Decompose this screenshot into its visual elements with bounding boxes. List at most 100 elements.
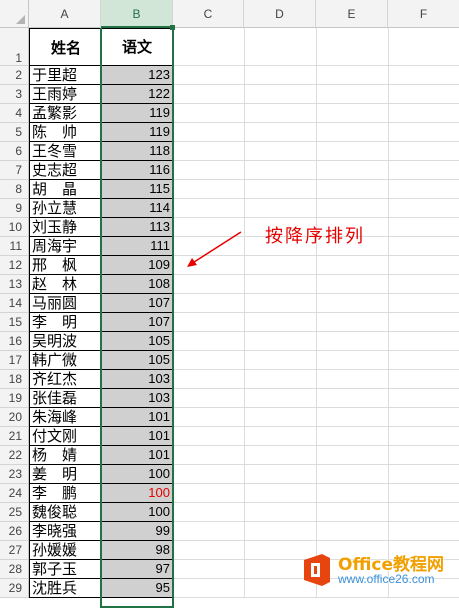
name-cell[interactable]: 孙立慧 bbox=[29, 199, 101, 218]
header-cell-score[interactable]: 语文 bbox=[101, 28, 173, 66]
score-cell[interactable]: 95 bbox=[101, 579, 173, 598]
fill-handle[interactable] bbox=[170, 25, 175, 30]
score-cell[interactable]: 107 bbox=[101, 313, 173, 332]
score-cell[interactable]: 105 bbox=[101, 351, 173, 370]
row-header[interactable]: 19 bbox=[0, 389, 29, 408]
name-cell[interactable]: 刘玉静 bbox=[29, 218, 101, 237]
name-cell[interactable]: 杨 婧 bbox=[29, 446, 101, 465]
score-cell[interactable]: 122 bbox=[101, 85, 173, 104]
row-header[interactable]: 5 bbox=[0, 123, 29, 142]
name-cell[interactable]: 邢 枫 bbox=[29, 256, 101, 275]
name-cell[interactable]: 齐红杰 bbox=[29, 370, 101, 389]
row-header[interactable]: 10 bbox=[0, 218, 29, 237]
column-header-f[interactable]: F bbox=[388, 0, 459, 28]
score-cell[interactable]: 100 bbox=[101, 465, 173, 484]
row-header[interactable]: 21 bbox=[0, 427, 29, 446]
name-cell[interactable]: 朱海峰 bbox=[29, 408, 101, 427]
score-cell[interactable]: 100 bbox=[101, 484, 173, 503]
name-cell[interactable]: 郭子玉 bbox=[29, 560, 101, 579]
score-cell[interactable]: 99 bbox=[101, 522, 173, 541]
score-cell[interactable]: 98 bbox=[101, 541, 173, 560]
row-header[interactable]: 28 bbox=[0, 560, 29, 579]
row-header[interactable]: 23 bbox=[0, 465, 29, 484]
row-header[interactable]: 2 bbox=[0, 66, 29, 85]
name-cell[interactable]: 姜 明 bbox=[29, 465, 101, 484]
score-cell[interactable]: 115 bbox=[101, 180, 173, 199]
name-cell[interactable]: 史志超 bbox=[29, 161, 101, 180]
row-header[interactable]: 13 bbox=[0, 275, 29, 294]
column-header-d[interactable]: D bbox=[244, 0, 316, 28]
row-header[interactable]: 15 bbox=[0, 313, 29, 332]
score-cell[interactable]: 109 bbox=[101, 256, 173, 275]
header-cell-name[interactable]: 姓名 bbox=[29, 28, 101, 66]
row-header[interactable]: 3 bbox=[0, 85, 29, 104]
row-header[interactable]: 8 bbox=[0, 180, 29, 199]
score-cell[interactable]: 119 bbox=[101, 123, 173, 142]
row-header[interactable]: 1 bbox=[0, 28, 29, 66]
row-header[interactable]: 26 bbox=[0, 522, 29, 541]
name-cell[interactable]: 马丽圆 bbox=[29, 294, 101, 313]
score-cell[interactable]: 107 bbox=[101, 294, 173, 313]
name-cell[interactable]: 韩广微 bbox=[29, 351, 101, 370]
select-all-corner[interactable] bbox=[0, 0, 29, 28]
spreadsheet: A B C D E F 1 姓名 语文 2 于里超 123 3 王雨婷 122 4 孟繁影 119 5 陈 帅 119 6… bbox=[0, 0, 459, 608]
name-cell[interactable]: 李 明 bbox=[29, 313, 101, 332]
score-cell[interactable]: 97 bbox=[101, 560, 173, 579]
row-header[interactable]: 22 bbox=[0, 446, 29, 465]
score-cell[interactable]: 103 bbox=[101, 370, 173, 389]
name-cell[interactable]: 王冬雪 bbox=[29, 142, 101, 161]
name-cell[interactable]: 魏俊聪 bbox=[29, 503, 101, 522]
score-cell[interactable]: 111 bbox=[101, 237, 173, 256]
row-header[interactable]: 18 bbox=[0, 370, 29, 389]
name-cell[interactable]: 沈胜兵 bbox=[29, 579, 101, 598]
score-cell[interactable]: 114 bbox=[101, 199, 173, 218]
score-cell[interactable]: 100 bbox=[101, 503, 173, 522]
annotation-text: 按降序排列 bbox=[265, 226, 365, 247]
row-header[interactable]: 25 bbox=[0, 503, 29, 522]
row-header[interactable]: 27 bbox=[0, 541, 29, 560]
score-cell[interactable]: 101 bbox=[101, 427, 173, 446]
score-cell[interactable]: 103 bbox=[101, 389, 173, 408]
name-cell[interactable]: 付文刚 bbox=[29, 427, 101, 446]
column-header-a[interactable]: A bbox=[29, 0, 101, 28]
name-cell[interactable]: 孟繁影 bbox=[29, 104, 101, 123]
score-cell[interactable]: 118 bbox=[101, 142, 173, 161]
annotation-arrow-icon bbox=[187, 231, 242, 267]
name-cell[interactable]: 胡 晶 bbox=[29, 180, 101, 199]
row-header[interactable]: 24 bbox=[0, 484, 29, 503]
row-header[interactable]: 29 bbox=[0, 579, 29, 598]
row-header[interactable]: 4 bbox=[0, 104, 29, 123]
name-cell[interactable]: 吴明波 bbox=[29, 332, 101, 351]
column-header-c[interactable]: C bbox=[173, 0, 244, 28]
score-cell[interactable]: 101 bbox=[101, 446, 173, 465]
column-header-e[interactable]: E bbox=[316, 0, 388, 28]
name-cell[interactable]: 张佳磊 bbox=[29, 389, 101, 408]
row-header[interactable]: 16 bbox=[0, 332, 29, 351]
score-cell[interactable]: 105 bbox=[101, 332, 173, 351]
name-cell[interactable]: 周海宇 bbox=[29, 237, 101, 256]
row-header[interactable]: 6 bbox=[0, 142, 29, 161]
office-logo-icon bbox=[304, 554, 330, 586]
row-header[interactable]: 11 bbox=[0, 237, 29, 256]
name-cell[interactable]: 赵 林 bbox=[29, 275, 101, 294]
score-cell[interactable]: 123 bbox=[101, 66, 173, 85]
score-cell[interactable]: 113 bbox=[101, 218, 173, 237]
column-header-b[interactable]: B bbox=[101, 0, 173, 28]
name-cell[interactable]: 李 鹏 bbox=[29, 484, 101, 503]
score-cell[interactable]: 108 bbox=[101, 275, 173, 294]
row-header[interactable]: 17 bbox=[0, 351, 29, 370]
name-cell[interactable]: 王雨婷 bbox=[29, 85, 101, 104]
row-header[interactable]: 20 bbox=[0, 408, 29, 427]
name-cell[interactable]: 李晓强 bbox=[29, 522, 101, 541]
office26-logo: Office教程网 www.office26.com bbox=[296, 548, 459, 597]
row-header[interactable]: 9 bbox=[0, 199, 29, 218]
row-header[interactable]: 14 bbox=[0, 294, 29, 313]
row-header[interactable]: 12 bbox=[0, 256, 29, 275]
row-header[interactable]: 7 bbox=[0, 161, 29, 180]
name-cell[interactable]: 陈 帅 bbox=[29, 123, 101, 142]
name-cell[interactable]: 孙媛媛 bbox=[29, 541, 101, 560]
name-cell[interactable]: 于里超 bbox=[29, 66, 101, 85]
score-cell[interactable]: 116 bbox=[101, 161, 173, 180]
score-cell[interactable]: 101 bbox=[101, 408, 173, 427]
score-cell[interactable]: 119 bbox=[101, 104, 173, 123]
